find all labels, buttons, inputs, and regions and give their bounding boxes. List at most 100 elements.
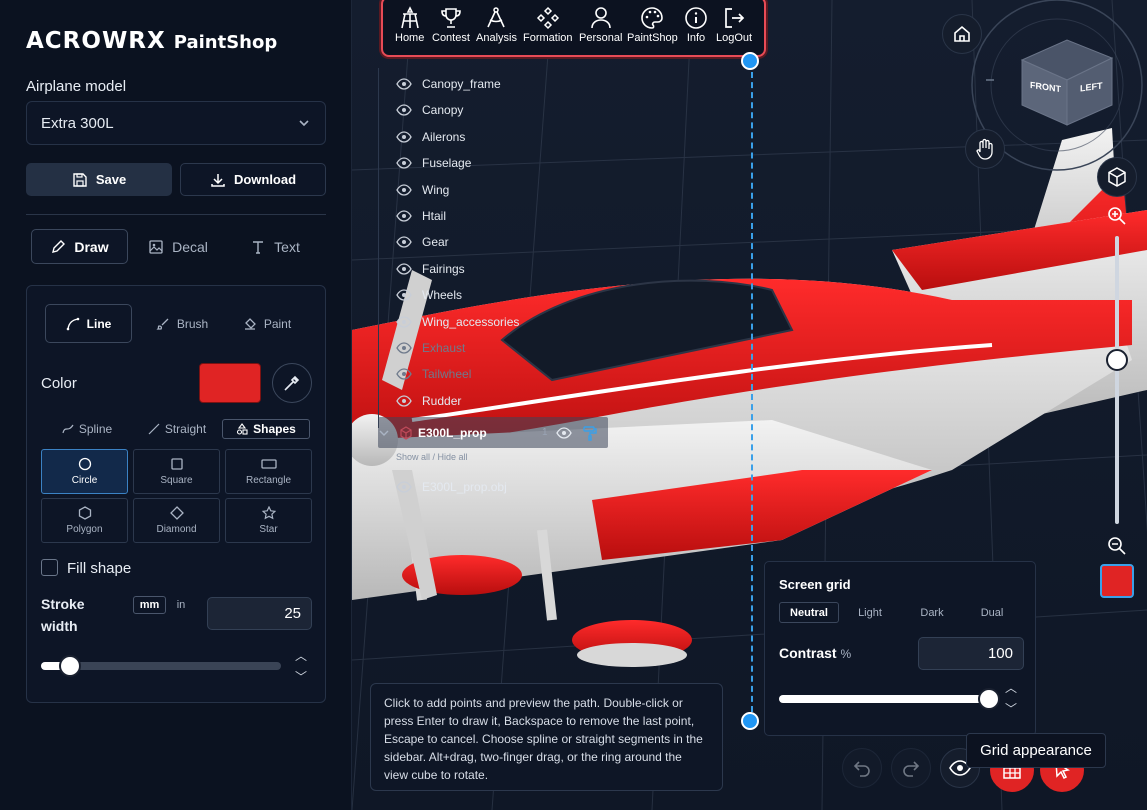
eye-icon[interactable] — [396, 236, 412, 249]
shape-polygon[interactable]: Polygon — [41, 498, 128, 543]
3d-view-button[interactable] — [1097, 157, 1137, 197]
screen-grid-title: Screen grid — [779, 577, 851, 592]
undo-button[interactable] — [842, 748, 882, 788]
grid-option-light[interactable]: Light — [845, 602, 895, 623]
eye-icon[interactable] — [396, 481, 412, 493]
segment-shapes[interactable]: Shapes — [222, 419, 310, 439]
eye-icon[interactable] — [396, 342, 412, 354]
screen-grid-panel: Screen grid Neutral Light Dark Dual Cont… — [764, 561, 1036, 736]
color-swatch[interactable] — [199, 363, 261, 403]
3d-viewport[interactable]: Home Contest Analysis Formation Personal… — [352, 0, 1147, 810]
tool-brush[interactable]: Brush — [142, 304, 222, 343]
contrast-increment-icon[interactable]: ︿ — [1005, 682, 1017, 694]
grid-option-neutral[interactable]: Neutral — [779, 602, 839, 623]
eye-icon[interactable] — [396, 263, 412, 275]
eye-icon[interactable] — [396, 395, 412, 407]
redo-button[interactable] — [891, 748, 931, 788]
layer-row[interactable]: Gear — [396, 232, 449, 252]
layer-row[interactable]: Wheels — [396, 285, 462, 305]
shape-circle[interactable]: Circle — [41, 449, 128, 494]
nav-contest[interactable]: Contest — [432, 6, 470, 44]
layer-row[interactable]: Fuselage — [396, 153, 471, 173]
shape-square[interactable]: Square — [133, 449, 220, 494]
undo-icon — [853, 761, 870, 777]
paint-roller-icon[interactable] — [582, 425, 598, 441]
stroke-increment-icon[interactable]: ︿ — [295, 650, 307, 662]
nav-personal[interactable]: Personal — [579, 6, 622, 44]
path-point-handle-bottom[interactable] — [741, 712, 759, 730]
active-color-swatch[interactable] — [1100, 564, 1134, 598]
layer-row[interactable]: Fairings — [396, 259, 465, 279]
mode-tab-draw[interactable]: Draw — [31, 229, 128, 264]
contrast-input[interactable]: 100 — [918, 637, 1024, 670]
save-button[interactable]: Save — [26, 163, 172, 196]
layer-row[interactable]: Ailerons — [396, 127, 465, 147]
unit-mm-toggle[interactable]: mm — [133, 596, 166, 614]
eye-icon[interactable] — [396, 104, 412, 117]
layer-row[interactable]: Exhaust — [396, 338, 465, 358]
layer-name: Ailerons — [422, 129, 466, 144]
shape-label: Polygon — [66, 524, 103, 535]
home-view-button[interactable] — [942, 14, 982, 54]
path-point-handle-top[interactable] — [741, 52, 759, 70]
zoom-slider[interactable] — [1115, 236, 1119, 524]
download-button[interactable]: Download — [180, 163, 326, 196]
grid-option-dark[interactable]: Dark — [905, 602, 959, 623]
grid-option-dual[interactable]: Dual — [965, 602, 1019, 623]
tool-line[interactable]: Line — [45, 304, 132, 343]
nav-paintshop[interactable]: PaintShop — [627, 6, 678, 44]
tool-paint[interactable]: Paint — [227, 304, 307, 343]
layer-group-row[interactable]: E300L_prop 1 — [378, 417, 608, 448]
nav-home[interactable]: Home — [395, 6, 424, 44]
eyedropper-button[interactable] — [272, 363, 312, 403]
unit-in-toggle[interactable]: in — [171, 596, 191, 614]
segment-straight[interactable]: Straight — [137, 419, 217, 439]
eye-icon[interactable] — [396, 315, 412, 328]
main-navbar: Home Contest Analysis Formation Personal… — [381, 0, 766, 57]
nav-logout[interactable]: LogOut — [716, 6, 752, 44]
eye-icon[interactable] — [396, 183, 412, 196]
layer-row[interactable]: Htail — [396, 206, 446, 226]
fill-shape-checkbox[interactable] — [41, 559, 58, 576]
pan-button[interactable] — [965, 129, 1005, 169]
layer-row[interactable]: Canopy — [396, 100, 463, 120]
stroke-decrement-icon[interactable]: ﹀ — [295, 671, 307, 683]
stroke-width-input[interactable]: 25 — [207, 597, 312, 630]
eye-icon[interactable] — [396, 131, 412, 143]
layer-row[interactable]: Wing_accessories — [396, 312, 519, 332]
stroke-slider-thumb[interactable] — [58, 655, 81, 677]
mode-tab-text[interactable]: Text — [235, 229, 315, 264]
nav-info[interactable]: Info — [684, 6, 708, 44]
contrast-slider-thumb[interactable] — [978, 688, 1000, 710]
hexagon-icon — [78, 506, 91, 520]
eye-icon[interactable] — [396, 157, 412, 169]
eye-icon[interactable] — [556, 427, 572, 439]
layer-obj-row[interactable]: E300L_prop.obj — [396, 477, 507, 497]
layer-row[interactable]: Rudder — [396, 391, 461, 411]
shape-rectangle[interactable]: Rectangle — [225, 449, 312, 494]
contrast-slider[interactable] — [779, 695, 989, 703]
airplane-model-select[interactable]: Extra 300L — [26, 101, 326, 145]
layer-row[interactable]: Tailwheel — [396, 364, 471, 384]
nav-formation[interactable]: Formation — [523, 6, 573, 44]
eye-icon[interactable] — [396, 289, 412, 301]
tool-label: Paint — [263, 316, 292, 331]
zoom-in-icon[interactable] — [1107, 206, 1127, 226]
layers-tree-line — [378, 68, 379, 428]
shape-star[interactable]: Star — [225, 498, 312, 543]
segment-spline[interactable]: Spline — [47, 419, 127, 439]
layer-group-actions[interactable]: Show all / Hide all — [396, 452, 468, 462]
eye-icon[interactable] — [396, 210, 412, 222]
contrast-decrement-icon[interactable]: ﹀ — [1005, 703, 1017, 715]
color-label: Color — [41, 375, 77, 392]
eye-icon[interactable] — [396, 368, 412, 381]
zoom-slider-thumb[interactable] — [1106, 348, 1128, 371]
layer-row[interactable]: Canopy_frame — [396, 74, 501, 94]
zoom-out-icon[interactable] — [1107, 536, 1127, 556]
nav-analysis[interactable]: Analysis — [476, 6, 517, 44]
layer-row[interactable]: Wing — [396, 180, 449, 200]
shape-diamond[interactable]: Diamond — [133, 498, 220, 543]
eye-icon[interactable] — [396, 78, 412, 90]
mode-tab-decal[interactable]: Decal — [138, 229, 218, 264]
line-icon — [66, 317, 79, 330]
